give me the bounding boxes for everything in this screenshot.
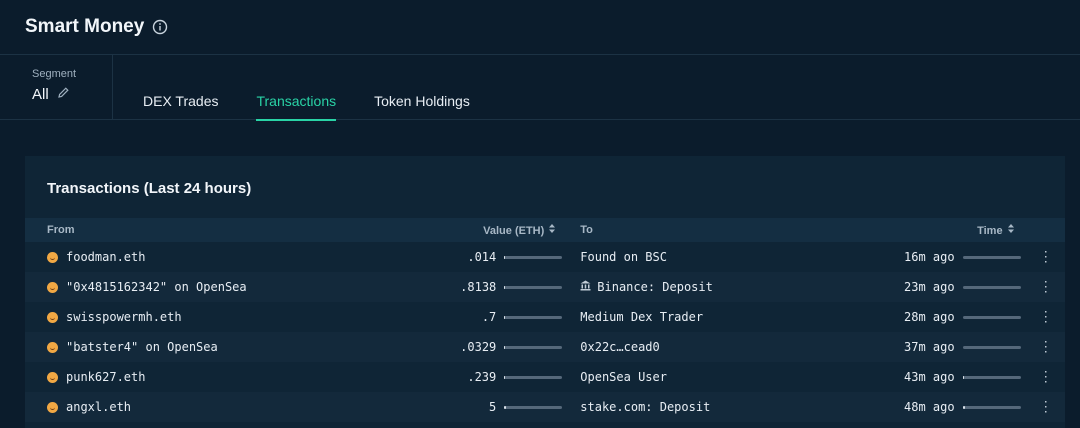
table-row[interactable]: angxl.eth 5 stake.com: Deposit 48m ago ⋮ — [25, 392, 1065, 422]
more-options-icon[interactable]: ⋮ — [1039, 369, 1053, 385]
value-bar — [504, 405, 563, 409]
from-address[interactable]: punk627.eth — [66, 370, 145, 384]
value-bar — [504, 285, 563, 289]
segment-label: Segment — [32, 68, 77, 80]
to-address[interactable]: Found on BSC — [580, 250, 667, 264]
value-amount: .8138 — [460, 280, 497, 294]
tab-transactions[interactable]: Transactions — [256, 55, 337, 121]
transactions-table: From Value (ETH) To Time foodman.eth .01… — [25, 218, 1065, 422]
sub-navigation: Segment All DEX Trades Transactions Toke… — [0, 55, 1080, 121]
time-ago: 16m ago — [904, 250, 955, 264]
table-row[interactable]: punk627.eth .239 OpenSea User 43m ago ⋮ — [25, 362, 1065, 392]
to-address[interactable]: stake.com: Deposit — [580, 400, 710, 414]
column-header-to: To — [580, 224, 593, 236]
card-title: Transactions (Last 24 hours) — [47, 180, 252, 197]
column-header-time-label: Time — [977, 225, 1003, 237]
value-bar — [504, 315, 563, 319]
tab-bar: DEX Trades Transactions Token Holdings — [113, 55, 508, 121]
tab-token-holdings[interactable]: Token Holdings — [374, 55, 470, 119]
smiley-avatar-icon — [47, 251, 58, 263]
to-address[interactable]: 0x22c…cead0 — [580, 340, 659, 354]
sort-icon[interactable] — [1007, 223, 1015, 237]
column-header-menu — [1027, 218, 1065, 242]
time-bar — [962, 285, 1021, 289]
value-amount: .7 — [481, 310, 497, 324]
value-amount: .239 — [467, 370, 497, 384]
from-address[interactable]: angxl.eth — [66, 400, 131, 414]
table-header-row: From Value (ETH) To Time — [25, 218, 1065, 242]
smiley-avatar-icon — [47, 311, 58, 323]
table-row[interactable]: "batster4" on OpenSea .0329 0x22c…cead0 … — [25, 332, 1065, 362]
value-amount: 5 — [489, 400, 497, 414]
smiley-avatar-icon — [47, 401, 58, 413]
to-address[interactable]: Binance: Deposit — [597, 280, 713, 294]
segment-value: All — [32, 86, 49, 103]
segment-value-row[interactable]: All — [32, 86, 112, 103]
from-address[interactable]: swisspowermh.eth — [66, 310, 182, 324]
value-amount: .0329 — [460, 340, 497, 354]
page-header: Smart Money — [0, 0, 1080, 55]
from-address[interactable]: "batster4" on OpenSea — [66, 340, 218, 354]
time-bar — [962, 315, 1021, 319]
time-ago: 37m ago — [904, 340, 955, 354]
to-address[interactable]: Medium Dex Trader — [580, 310, 703, 324]
from-address[interactable]: "0x4815162342" on OpenSea — [66, 280, 247, 294]
value-bar — [504, 255, 563, 259]
pencil-icon[interactable] — [57, 86, 70, 103]
table-row[interactable]: "0x4815162342" on OpenSea .8138 Binance:… — [25, 272, 1065, 302]
value-bar — [504, 375, 563, 379]
time-bar — [962, 375, 1021, 379]
value-amount: .014 — [467, 250, 497, 264]
more-options-icon[interactable]: ⋮ — [1039, 309, 1053, 325]
time-bar — [962, 345, 1021, 349]
column-header-from: From — [47, 224, 75, 236]
bank-icon — [580, 280, 591, 294]
value-bar — [504, 345, 563, 349]
more-options-icon[interactable]: ⋮ — [1039, 399, 1053, 415]
from-address[interactable]: foodman.eth — [66, 250, 145, 264]
smiley-avatar-icon — [47, 341, 58, 353]
table-row[interactable]: swisspowermh.eth .7 Medium Dex Trader 28… — [25, 302, 1065, 332]
more-options-icon[interactable]: ⋮ — [1039, 249, 1053, 265]
time-bar — [962, 255, 1021, 259]
time-ago: 28m ago — [904, 310, 955, 324]
info-icon[interactable] — [152, 19, 168, 35]
smiley-avatar-icon — [47, 371, 58, 383]
column-header-value-label: Value (ETH) — [483, 225, 545, 237]
more-options-icon[interactable]: ⋮ — [1039, 339, 1053, 355]
page-title: Smart Money — [25, 16, 145, 37]
time-bar — [962, 405, 1021, 409]
sort-icon[interactable] — [548, 223, 556, 237]
column-header-value[interactable]: Value (ETH) — [337, 218, 569, 242]
time-ago: 43m ago — [904, 370, 955, 384]
table-row[interactable]: foodman.eth .014 Found on BSC 16m ago ⋮ — [25, 242, 1065, 272]
more-options-icon[interactable]: ⋮ — [1039, 279, 1053, 295]
column-header-time[interactable]: Time — [869, 218, 1027, 242]
to-address[interactable]: OpenSea User — [580, 370, 667, 384]
time-ago: 23m ago — [904, 280, 955, 294]
tab-dex-trades[interactable]: DEX Trades — [143, 55, 218, 119]
smiley-avatar-icon — [47, 281, 58, 293]
transactions-card: Transactions (Last 24 hours) From Value … — [25, 156, 1065, 428]
segment-selector[interactable]: Segment All — [0, 55, 113, 119]
time-ago: 48m ago — [904, 400, 955, 414]
